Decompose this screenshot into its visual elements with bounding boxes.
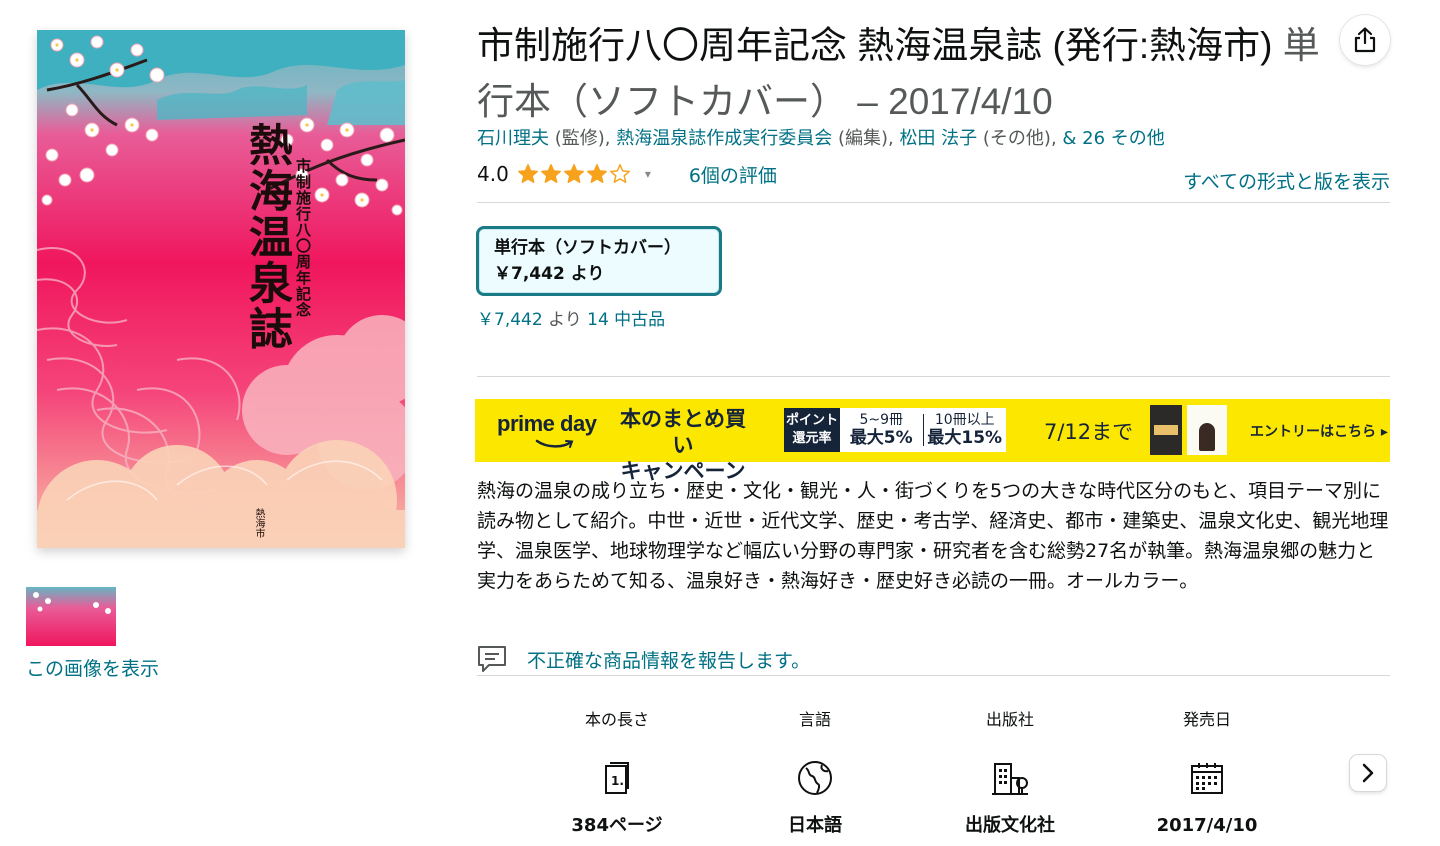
cover-subtitle: 市制施行八〇周年記念 (294, 158, 312, 318)
detail-language: 言語 日本語 (717, 708, 913, 838)
globe-icon (717, 758, 913, 798)
page-icon: 1. (519, 758, 715, 798)
badge-line1: ポイント (785, 413, 838, 428)
author-link[interactable]: 熱海温泉誌作成実行委員会 (616, 128, 832, 149)
format-price: ￥7,442 より (494, 264, 605, 284)
detail-publisher: 出版社 出版文化社 (912, 708, 1108, 838)
cover-publisher-mark: 熱海市 (253, 508, 264, 538)
divider (477, 675, 1390, 676)
title-text: 市制施行八〇周年記念 熱海温泉誌 (発行:熱海市) (477, 25, 1273, 66)
tier-rate: 最大15% (927, 428, 1003, 448)
points-badge: ポイント 還元率 (784, 408, 840, 452)
detail-print-length: 本の長さ 1. 384ページ (519, 708, 715, 838)
tier-10-plus: 10冊以上 最大15% (924, 408, 1007, 452)
detail-label: 本の長さ (584, 710, 649, 729)
building-icon (912, 758, 1108, 798)
detail-publication-date: 発売日 2017/4/10 (1109, 708, 1305, 838)
svg-text:1.: 1. (611, 774, 624, 788)
divider (477, 376, 1390, 377)
product-details-carousel: 本の長さ 1. 384ページ 言語 日本語 出版社 出版文化社 発売日 2017… (519, 708, 1299, 838)
tier-rate: 最大5% (849, 428, 913, 448)
banner-book-image (1150, 405, 1182, 455)
author-role: (編集), (832, 128, 900, 149)
star-empty-icon (609, 164, 630, 183)
star-filled-icon (586, 164, 607, 183)
report-incorrect-info[interactable]: 不正確な商品情報を報告します。 (477, 645, 810, 673)
byline: 石川理夫 (監修), 熱海温泉誌作成実行委員会 (編集), 松田 法子 (その他… (477, 124, 1165, 150)
tier-label: 10冊以上 (934, 412, 995, 428)
author-role: (その他), (977, 128, 1063, 149)
prime-day-banner[interactable]: prime day 本のまとめ買い キャンペーン ポイント 還元率 5~9冊 最… (475, 399, 1390, 483)
more-contributors-link[interactable]: & 26 その他 (1062, 128, 1164, 149)
used-from: より (542, 310, 588, 330)
detail-value: 2017/4/10 (1156, 815, 1258, 836)
format-name: 単行本（ソフトカバー） (494, 238, 681, 258)
detail-label: 発売日 (1182, 710, 1231, 729)
author-link[interactable]: 松田 法子 (899, 128, 977, 149)
title-date: – 2017/4/10 (857, 81, 1053, 122)
detail-value: 出版文化社 (965, 815, 1055, 836)
prime-day-logo: prime day (497, 411, 597, 436)
badge-line2: 還元率 (792, 431, 832, 446)
used-price[interactable]: ￥7,442 (477, 310, 543, 330)
used-offers-line: ￥7,442 より 14 中古品 (477, 305, 665, 330)
all-formats-link[interactable]: すべての形式と版を表示 (1183, 167, 1390, 194)
format-option-softcover[interactable]: 単行本（ソフトカバー） ￥7,442 より (476, 226, 722, 296)
banner-deadline: 7/12まで (1044, 420, 1134, 444)
product-description: 熱海の温泉の成り立ち・歴史・文化・観光・人・街づくりを5つの大きな時代区分のもと… (477, 480, 1389, 592)
smile-arrow-icon (535, 439, 574, 448)
book-cover-image[interactable]: 熱海温泉誌 市制施行八〇周年記念 熱海市 (37, 30, 405, 548)
cover-thumbnail[interactable] (26, 587, 116, 646)
detail-label: 言語 (798, 710, 831, 729)
entry-link[interactable]: エントリーはこちら ▸ (1250, 421, 1388, 441)
author-link[interactable]: 石川理夫 (477, 128, 549, 149)
reviews-link[interactable]: 6個の評価 (689, 161, 777, 188)
star-filled-icon (540, 164, 561, 183)
tier-label: 5~9冊 (859, 412, 904, 428)
used-count-link[interactable]: 14 中古品 (587, 310, 665, 330)
star-rating[interactable] (517, 163, 631, 185)
report-link-text: 不正確な商品情報を報告します。 (527, 649, 811, 672)
rating-row: 4.0 ▾ 6個の評価 (477, 160, 777, 188)
chevron-down-icon[interactable]: ▾ (645, 167, 651, 181)
divider (477, 202, 1390, 203)
star-filled-icon (517, 164, 538, 183)
product-title: 市制施行八〇周年記念 熱海温泉誌 (発行:熱海市) 単行本（ソフトカバー） – … (477, 18, 1337, 130)
view-image-link[interactable]: この画像を表示 (26, 654, 159, 681)
carousel-next-button[interactable] (1350, 755, 1386, 791)
star-filled-icon (563, 164, 584, 183)
banner-book-image (1187, 405, 1227, 455)
detail-value: 日本語 (788, 815, 842, 836)
share-button[interactable] (1340, 15, 1390, 65)
detail-value: 384ページ (571, 815, 663, 836)
tier-5-9: 5~9冊 最大5% (840, 408, 923, 452)
calendar-icon (1109, 758, 1305, 798)
rating-value: 4.0 (477, 162, 509, 186)
points-tiers: 5~9冊 最大5% 10冊以上 最大15% (840, 408, 1006, 452)
chevron-right-icon (1362, 763, 1374, 783)
share-icon (1354, 27, 1376, 53)
author-role: (監修), (549, 128, 617, 149)
cover-title: 熱海温泉誌 (241, 122, 292, 352)
detail-label: 出版社 (985, 710, 1034, 729)
banner-headline: 本のまとめ買い キャンペーン (613, 406, 753, 484)
banner-headline-line1: 本のまとめ買い (620, 407, 746, 457)
comment-icon (478, 646, 506, 672)
